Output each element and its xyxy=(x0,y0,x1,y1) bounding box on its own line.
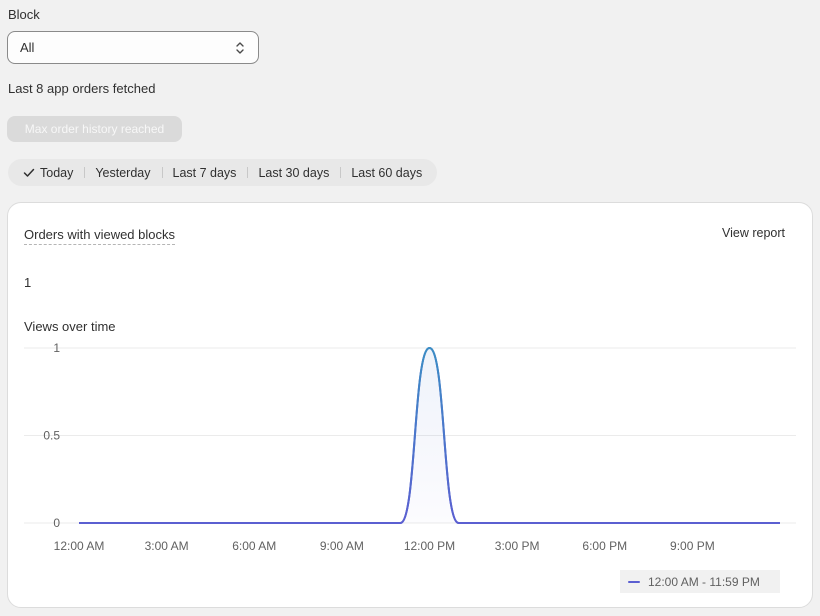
date-range-tabs: Today Yesterday Last 7 days Last 30 days… xyxy=(8,159,438,186)
tab-last-7-days[interactable]: Last 7 days xyxy=(161,159,248,186)
check-icon xyxy=(23,168,35,177)
tab-last-60-days[interactable]: Last 60 days xyxy=(340,159,433,186)
tab-today[interactable]: Today xyxy=(12,159,84,186)
x-tick-label: 6:00 AM xyxy=(232,539,276,553)
tab-last-30-days[interactable]: Last 30 days xyxy=(247,159,340,186)
y-tick-label: 1 xyxy=(53,341,60,355)
y-tick-label: 0.5 xyxy=(43,429,60,443)
orders-fetched-text: Last 8 app orders fetched xyxy=(8,81,156,96)
y-tick-label: 0 xyxy=(53,516,60,530)
x-tick-label: 3:00 AM xyxy=(145,539,189,553)
legend-swatch xyxy=(628,580,640,583)
x-tick-label: 9:00 PM xyxy=(670,539,715,553)
x-tick-label: 9:00 AM xyxy=(320,539,364,553)
tab-yesterday[interactable]: Yesterday xyxy=(84,159,161,186)
block-label: Block xyxy=(8,7,40,22)
orders-card: Orders with viewed blocks View report 1 … xyxy=(7,202,813,608)
tab-label: Today xyxy=(40,165,74,180)
x-tick-label: 12:00 PM xyxy=(404,539,455,553)
tab-label: Last 7 days xyxy=(172,165,237,180)
chart-legend: 12:00 AM - 11:59 PM xyxy=(620,570,780,593)
tab-label: Last 60 days xyxy=(351,165,423,180)
tab-label: Last 30 days xyxy=(258,165,330,180)
x-tick-label: 6:00 PM xyxy=(582,539,627,553)
x-tick-label: 12:00 AM xyxy=(54,539,105,553)
block-select-value: All xyxy=(20,40,35,55)
legend-label: 12:00 AM - 11:59 PM xyxy=(648,574,760,589)
max-order-history-button[interactable]: Max order history reached xyxy=(7,116,182,142)
chevron-updown-icon xyxy=(236,42,244,54)
block-select[interactable]: All xyxy=(7,31,259,64)
x-tick-label: 3:00 PM xyxy=(495,539,540,553)
views-over-time-chart: 0 0.5 1 12:00 AM 3:00 AM 6:00 AM 9:00 AM 12:00 … xyxy=(24,341,796,553)
tab-label: Yesterday xyxy=(95,165,151,180)
